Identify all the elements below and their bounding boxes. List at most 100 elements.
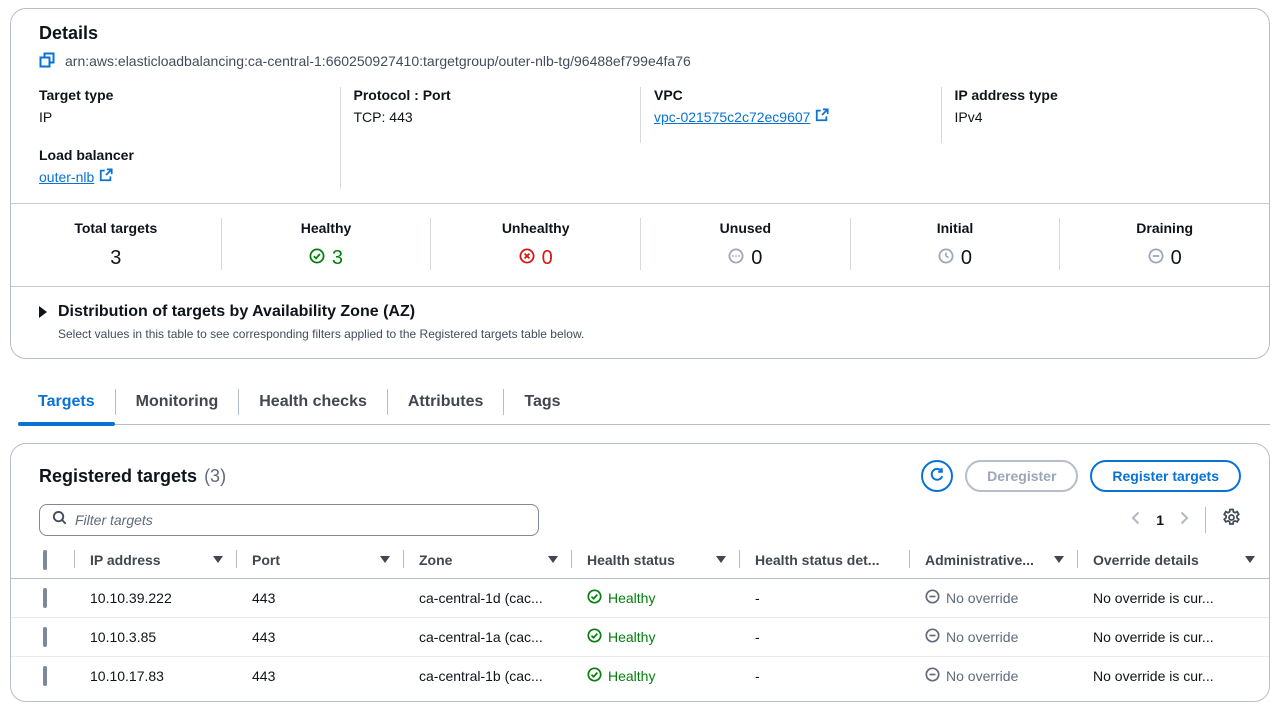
table-row: 10.10.39.222 443 ca-central-1d (cac... H… bbox=[11, 578, 1269, 617]
x-circle-icon bbox=[519, 247, 535, 270]
cell-health-status: Healthy bbox=[572, 656, 740, 695]
cell-administrative-override: No override bbox=[910, 617, 1078, 656]
refresh-icon bbox=[929, 467, 945, 486]
health-status-text: Healthy bbox=[608, 629, 655, 645]
stat-value: 3 bbox=[332, 247, 343, 270]
cell-health-status-details: - bbox=[740, 617, 910, 656]
registered-targets-actions: Deregister Register targets bbox=[921, 460, 1241, 492]
check-circle-icon bbox=[587, 628, 602, 646]
search-icon bbox=[52, 510, 67, 530]
registered-targets-count: (3) bbox=[204, 462, 226, 490]
column-header-override-details[interactable]: Override details bbox=[1078, 548, 1269, 578]
registered-targets-header: Registered targets (3) Deregister Regist… bbox=[11, 444, 1269, 492]
row-checkbox[interactable] bbox=[43, 666, 47, 686]
tabbar: Targets Monitoring Health checks Attribu… bbox=[18, 385, 1270, 425]
check-circle-icon bbox=[309, 247, 325, 270]
cell-zone: ca-central-1d (cac... bbox=[404, 578, 572, 617]
next-page-button[interactable] bbox=[1180, 511, 1189, 530]
external-link-icon bbox=[815, 108, 829, 127]
sort-icon bbox=[213, 556, 223, 563]
stat-unused: Unused 0 bbox=[640, 218, 850, 270]
cell-port: 443 bbox=[237, 578, 404, 617]
clock-circle-icon bbox=[938, 247, 954, 270]
details-col-3: VPC vpc-021575c2c72ec9607 bbox=[640, 85, 941, 187]
copy-icon bbox=[39, 52, 55, 71]
tab-health-checks[interactable]: Health checks bbox=[239, 385, 387, 424]
stat-label: Healthy bbox=[222, 218, 431, 238]
field-vpc: VPC vpc-021575c2c72ec9607 bbox=[654, 85, 925, 127]
check-circle-icon bbox=[587, 667, 602, 685]
az-distribution-expander[interactable]: Distribution of targets by Availability … bbox=[39, 301, 1241, 323]
admin-override-text: No override bbox=[946, 629, 1018, 645]
field-ip-address-type: IP address type IPv4 bbox=[955, 85, 1226, 127]
target-type-label: Target type bbox=[39, 85, 324, 105]
column-header-administrative-override[interactable]: Administrative... bbox=[910, 548, 1078, 578]
cell-health-status-details: - bbox=[740, 578, 910, 617]
cell-administrative-override: No override bbox=[910, 656, 1078, 695]
tab-monitoring[interactable]: Monitoring bbox=[116, 385, 239, 424]
az-distribution-section: Distribution of targets by Availability … bbox=[11, 287, 1269, 358]
az-distribution-description: Select values in this table to see corre… bbox=[58, 326, 1241, 342]
ip-address-type-value: IPv4 bbox=[955, 107, 1226, 127]
table-header-row: IP address Port Zone Health status Healt… bbox=[11, 548, 1269, 578]
stat-total-targets: Total targets 3 bbox=[11, 218, 221, 270]
minus-circle-icon bbox=[1148, 247, 1164, 270]
cell-health-status: Healthy bbox=[572, 578, 740, 617]
row-checkbox[interactable] bbox=[43, 588, 47, 608]
target-health-summary: Total targets 3 Healthy 3 Unhealthy 0 Un… bbox=[11, 204, 1269, 286]
pagination: 1 bbox=[1131, 507, 1241, 533]
filter-targets-input[interactable] bbox=[75, 512, 526, 528]
column-header-zone[interactable]: Zone bbox=[404, 548, 572, 578]
cell-port: 443 bbox=[237, 656, 404, 695]
column-header-port[interactable]: Port bbox=[237, 548, 404, 578]
field-protocol-port: Protocol : Port TCP: 443 bbox=[354, 85, 625, 127]
health-status-text: Healthy bbox=[608, 668, 655, 684]
stat-initial: Initial 0 bbox=[850, 218, 1060, 270]
stat-label: Draining bbox=[1060, 218, 1269, 238]
registered-targets-card: Registered targets (3) Deregister Regist… bbox=[10, 443, 1270, 702]
column-label: Zone bbox=[419, 552, 452, 568]
select-all-header[interactable] bbox=[11, 548, 75, 578]
field-target-type: Target type IP bbox=[39, 85, 324, 127]
stat-value: 0 bbox=[751, 247, 762, 270]
sort-icon bbox=[1245, 556, 1255, 563]
load-balancer-label: Load balancer bbox=[39, 145, 324, 165]
registered-targets-table: IP address Port Zone Health status Healt… bbox=[11, 548, 1269, 695]
target-group-arn: arn:aws:elasticloadbalancing:ca-central-… bbox=[65, 53, 691, 69]
stat-label: Unhealthy bbox=[431, 218, 640, 238]
column-label: Override details bbox=[1093, 552, 1199, 568]
load-balancer-link[interactable]: outer-nlb bbox=[39, 167, 94, 187]
details-title: Details bbox=[39, 21, 1241, 45]
external-link-icon bbox=[99, 168, 113, 187]
column-header-health-status-details[interactable]: Health status det... bbox=[740, 548, 910, 578]
vpc-link[interactable]: vpc-021575c2c72ec9607 bbox=[654, 107, 810, 127]
stat-healthy: Healthy 3 bbox=[221, 218, 431, 270]
registered-targets-title-text: Registered targets bbox=[39, 462, 197, 490]
cell-health-status: Healthy bbox=[572, 617, 740, 656]
table-settings-button[interactable] bbox=[1222, 508, 1241, 532]
az-distribution-title: Distribution of targets by Availability … bbox=[58, 301, 415, 323]
gear-icon bbox=[1222, 514, 1241, 531]
sort-icon bbox=[716, 556, 726, 563]
previous-page-button[interactable] bbox=[1131, 511, 1140, 530]
current-page-number[interactable]: 1 bbox=[1154, 512, 1166, 528]
refresh-button[interactable] bbox=[921, 460, 953, 492]
sort-icon bbox=[380, 556, 390, 563]
register-targets-button[interactable]: Register targets bbox=[1090, 460, 1241, 492]
copy-arn-button[interactable] bbox=[39, 52, 55, 71]
column-header-ip-address[interactable]: IP address bbox=[75, 548, 237, 578]
row-checkbox[interactable] bbox=[43, 627, 47, 647]
tab-attributes[interactable]: Attributes bbox=[388, 385, 504, 424]
table-row: 10.10.3.85 443 ca-central-1a (cac... Hea… bbox=[11, 617, 1269, 656]
sort-icon bbox=[548, 556, 558, 563]
column-header-health-status[interactable]: Health status bbox=[572, 548, 740, 578]
field-load-balancer: Load balancer outer-nlb bbox=[39, 145, 324, 187]
cell-ip-address: 10.10.3.85 bbox=[75, 617, 237, 656]
tab-tags[interactable]: Tags bbox=[504, 385, 580, 424]
cell-ip-address: 10.10.17.83 bbox=[75, 656, 237, 695]
select-all-checkbox[interactable] bbox=[43, 550, 47, 570]
stat-label: Total targets bbox=[11, 218, 221, 238]
tab-targets[interactable]: Targets bbox=[18, 385, 115, 424]
deregister-button[interactable]: Deregister bbox=[965, 460, 1078, 492]
protocol-port-label: Protocol : Port bbox=[354, 85, 625, 105]
